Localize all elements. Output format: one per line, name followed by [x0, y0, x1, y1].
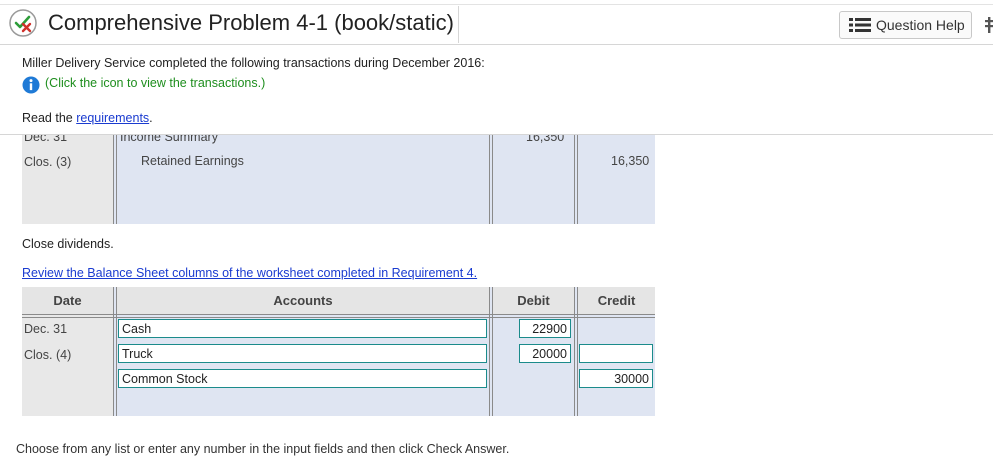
- account-cell: Income Summary: [120, 135, 218, 144]
- account-input-truck[interactable]: [118, 344, 487, 363]
- question-help-button[interactable]: Question Help: [839, 11, 972, 39]
- column-divider: [113, 287, 114, 416]
- read-prefix: Read the: [22, 111, 77, 125]
- column-divider: [574, 135, 575, 224]
- header-divider: [458, 6, 459, 43]
- credit-input-truck[interactable]: [579, 344, 653, 363]
- problem-intro-text: Miller Delivery Service completed the fo…: [22, 56, 485, 70]
- column-divider: [489, 135, 490, 224]
- credit-input-common-stock[interactable]: [579, 369, 653, 388]
- column-divider: [577, 135, 578, 224]
- list-icon: [849, 18, 871, 32]
- requirements-link[interactable]: requirements: [76, 111, 149, 125]
- scroll-region-border: [0, 134, 993, 135]
- column-header-debit: Debit: [493, 287, 574, 314]
- entry-reference: Clos. (3): [24, 155, 72, 169]
- closing-entry-3-table: Dec. 31 Income Summary 16,350 Clos. (3) …: [22, 135, 655, 224]
- account-cell: Retained Earnings: [141, 154, 244, 168]
- column-divider: [116, 135, 117, 224]
- more-icon[interactable]: [985, 17, 993, 33]
- header-top-border: [0, 4, 993, 5]
- view-transactions-note[interactable]: (Click the icon to view the transactions…: [45, 76, 265, 90]
- column-divider: [574, 287, 575, 416]
- entry-date: Dec. 31: [24, 135, 68, 144]
- account-input-common-stock[interactable]: [118, 369, 487, 388]
- column-divider: [492, 287, 493, 416]
- close-dividends-label: Close dividends.: [22, 237, 114, 251]
- column-divider: [492, 135, 493, 224]
- debit-input-cash[interactable]: [519, 319, 571, 338]
- column-header-date: Date: [22, 287, 113, 314]
- closing-entry-4-table: Date Accounts Debit Credit Dec. 31 Clos.…: [22, 287, 655, 416]
- read-requirements-line: Read the requirements.: [22, 111, 153, 125]
- column-divider: [489, 287, 490, 416]
- column-divider: [577, 287, 578, 416]
- entry-date: Dec. 31: [24, 322, 68, 336]
- column-divider: [116, 287, 117, 416]
- partial-credit-icon: [9, 9, 37, 37]
- info-icon[interactable]: [22, 76, 40, 94]
- credit-cell: 16,350: [611, 154, 650, 168]
- page-title: Comprehensive Problem 4-1 (book/static): [48, 10, 454, 35]
- account-input-cash[interactable]: [118, 319, 487, 338]
- column-header-accounts: Accounts: [117, 287, 489, 314]
- question-help-label: Question Help: [876, 17, 965, 33]
- read-suffix: .: [149, 111, 153, 125]
- column-divider: [113, 135, 114, 224]
- review-balance-sheet-link[interactable]: Review the Balance Sheet columns of the …: [22, 266, 477, 280]
- debit-cell: 16,350: [526, 135, 565, 144]
- header-bottom-border: [0, 44, 993, 45]
- column-header-credit: Credit: [578, 287, 655, 314]
- entry-reference: Clos. (4): [24, 348, 72, 362]
- instruction-text: Choose from any list or enter any number…: [16, 442, 510, 456]
- debit-input-truck[interactable]: [519, 344, 571, 363]
- date-column-bg: [22, 135, 113, 224]
